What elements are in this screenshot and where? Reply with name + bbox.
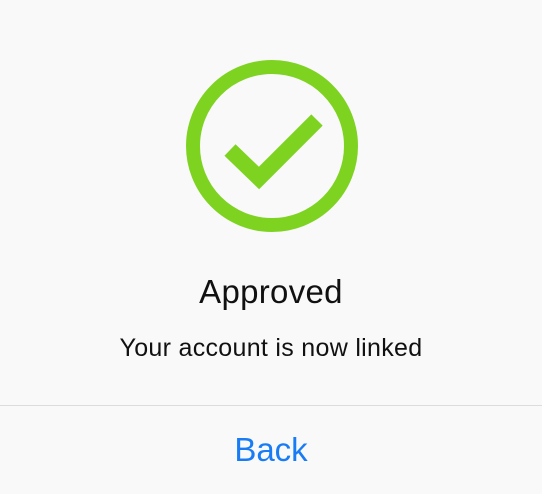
back-button[interactable]: Back [0, 406, 542, 494]
dialog-title: Approved [199, 273, 343, 310]
checkmark-circle-icon [186, 60, 358, 232]
dialog-message: Your account is now linked [119, 334, 423, 362]
approval-dialog: Approved Your account is now linked Back [0, 0, 542, 494]
success-ring [186, 60, 358, 232]
check-mark [224, 114, 323, 190]
